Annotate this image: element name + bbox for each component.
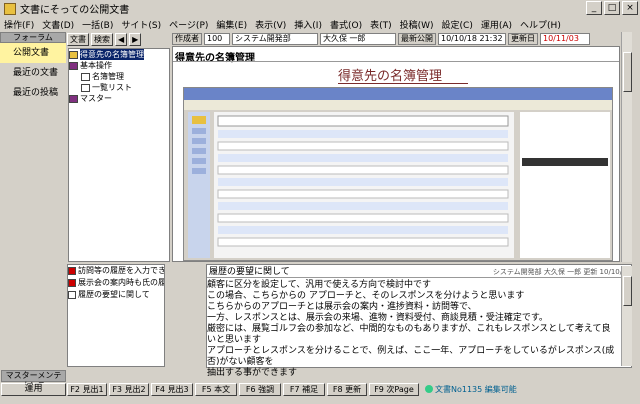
- updated-date: 10/11/03: [540, 32, 590, 45]
- post-meta: システム開発部 大久保 一郎 更新 10/10/25: [492, 268, 631, 276]
- post-title: 履歴の要望に関して: [209, 267, 290, 277]
- body-line: この場合、こちらからの アプローチと、そのレスポンスを分けようと思います: [207, 291, 525, 301]
- menu-item[interactable]: ページ(P): [169, 18, 208, 31]
- doc-scrollbar[interactable]: [621, 32, 632, 262]
- menu-item[interactable]: 文書(D): [42, 18, 74, 31]
- author-label: 作成者: [172, 32, 202, 45]
- menu-item[interactable]: サイト(S): [121, 18, 161, 31]
- menu-bar: 操作(F) 文書(D) 一括(B) サイト(S) ページ(P) 編集(E) 表示(V) 挿入(…: [0, 17, 640, 32]
- latest-public-label: 最新公開: [398, 32, 436, 45]
- doc-icon: [69, 50, 78, 59]
- close-button[interactable]: ×: [622, 1, 638, 15]
- post-header: 履歴の要望に関して システム開発部 大久保 一郎 更新 10/10/25: [207, 266, 631, 278]
- checkbox[interactable]: [68, 291, 76, 299]
- function-key-button[interactable]: F7 補足: [283, 382, 325, 396]
- master-maintenance-button[interactable]: マスターメンテナンス: [1, 370, 66, 390]
- nav-header: フォーラム: [0, 32, 66, 43]
- title-bar: 文書にそっての公開文書 _ □ ×: [0, 0, 640, 17]
- scroll-thumb[interactable]: [623, 276, 632, 306]
- doc-heading: 得意先の名簿管理: [338, 69, 443, 84]
- tree-item[interactable]: 一覧リスト: [69, 82, 169, 93]
- function-key-button[interactable]: F2 見出1: [67, 382, 107, 396]
- tree-item[interactable]: マスター: [69, 93, 169, 104]
- function-key-bar: F2 見出1 F3 見出2 F4 見出3 F5 本文 F6 強調 F7 補足 F8 更新 F9…: [67, 382, 640, 396]
- tree-item[interactable]: 得意先の名簿管理: [69, 49, 169, 60]
- menu-item[interactable]: 編集(E): [216, 18, 247, 31]
- tree-item[interactable]: 基本操作: [69, 60, 169, 71]
- posts-list: 訪問等の履歴を入力できるようにしてほしい 展示会の案内時も氏の履歴を分けたい 履…: [67, 264, 165, 367]
- body-scrollbar[interactable]: [621, 266, 632, 366]
- menu-item[interactable]: ヘルプ(H): [520, 18, 561, 31]
- search-tab[interactable]: 検索: [91, 33, 113, 46]
- divider: [173, 61, 619, 62]
- menu-item[interactable]: 書式(O): [330, 18, 362, 31]
- next-arrow-icon[interactable]: ▶: [129, 33, 142, 46]
- function-key-button[interactable]: F3 見出2: [109, 382, 149, 396]
- page-icon: [81, 72, 90, 81]
- window-title: 文書にそっての公開文書: [20, 5, 130, 16]
- tree-toolbar: 文書 検索 ◀ ▶: [67, 32, 170, 47]
- author-name: 大久保 一郎: [320, 32, 396, 45]
- function-key-button[interactable]: F9 次Page: [369, 382, 419, 396]
- menu-item[interactable]: 一括(B): [82, 18, 113, 31]
- checkbox[interactable]: [68, 267, 76, 275]
- menu-item[interactable]: 表(T): [370, 18, 392, 31]
- left-navigation: フォーラム 公開文書 最近の文書 最近の投稿: [0, 32, 66, 398]
- menu-item[interactable]: 設定(C): [442, 18, 473, 31]
- scroll-thumb[interactable]: [623, 52, 632, 92]
- menu-item[interactable]: 表示(V): [255, 18, 286, 31]
- doc-tree: 得意先の名簿管理 基本操作 名簿管理 一覧リスト マスター: [68, 48, 170, 262]
- menu-item[interactable]: 投稿(W): [400, 18, 434, 31]
- list-item[interactable]: 履歴の要望に関して: [68, 289, 164, 301]
- body-line: 顧客に区分を設定して、汎用で使える方向で検討中です: [207, 280, 432, 290]
- author-dept: システム開発部: [232, 32, 318, 45]
- app-icon: [4, 2, 16, 15]
- doc-meta-row: 作成者 100 システム開発部 大久保 一郎 最新公開 10/10/18 21:…: [172, 32, 620, 45]
- maximize-button[interactable]: □: [604, 1, 620, 15]
- book-icon: [69, 61, 78, 70]
- post-body[interactable]: 顧客に区分を設定して、汎用で使える方向で検討中です この場合、こちらからの アプ…: [207, 280, 617, 378]
- checkbox[interactable]: [68, 279, 76, 287]
- function-key-button[interactable]: F5 本文: [195, 382, 237, 396]
- function-key-button[interactable]: F4 見出3: [151, 382, 193, 396]
- prev-arrow-icon[interactable]: ◀: [115, 33, 128, 46]
- menu-item[interactable]: 操作(F): [4, 18, 34, 31]
- latest-public-date: 10/10/18 21:32: [438, 32, 506, 45]
- status-text: 文書No1135 編集可能: [425, 384, 517, 395]
- menu-item[interactable]: 運用(A): [481, 18, 512, 31]
- nav-item-recent-docs[interactable]: 最近の文書: [0, 63, 66, 83]
- book-icon: [69, 94, 78, 103]
- body-line: 一方、レスポンスとは、展示会の来場、進物・資料受付、商談見積・受注確定です。: [207, 313, 548, 323]
- page-icon: [81, 83, 90, 92]
- body-line: 厳密には、展覧ゴルフ会の参加など、中間的なものもありますが、これもレスポンスとし…: [207, 324, 611, 345]
- document-view[interactable]: 得意先の名簿管理 得意先の名簿管理: [172, 46, 620, 262]
- doc-tab[interactable]: 文書: [67, 33, 89, 46]
- function-key-button[interactable]: F8 更新: [327, 382, 367, 396]
- list-item[interactable]: 展示会の案内時も氏の履歴を分けたい: [68, 277, 164, 289]
- author-id: 100: [204, 32, 230, 45]
- menu-item[interactable]: 挿入(I): [294, 18, 322, 31]
- body-line: こちらからのアプローチとは展示会の案内・進捗資料・訪問等で、: [207, 302, 477, 312]
- embedded-screenshot-image: [184, 88, 612, 258]
- operation-button[interactable]: 運用: [1, 383, 66, 396]
- list-item[interactable]: 訪問等の履歴を入力できるようにしてほしい: [68, 265, 164, 277]
- minimize-button[interactable]: _: [586, 1, 602, 15]
- status-dot-icon: [425, 385, 433, 393]
- function-key-button[interactable]: F6 強調: [239, 382, 281, 396]
- heading-underline: [338, 83, 468, 84]
- nav-item-recent-posts[interactable]: 最近の投稿: [0, 83, 66, 103]
- embedded-screenshot: [183, 87, 613, 261]
- updated-label: 更新日: [508, 32, 538, 45]
- nav-item-public-docs[interactable]: 公開文書: [0, 43, 66, 63]
- body-line: アプローチとレスポンスを分けることで、例えば、ここ一年、アプローチをしているがレ…: [207, 346, 615, 367]
- tree-item[interactable]: 名簿管理: [69, 71, 169, 82]
- body-line: 抽出する事ができます: [207, 368, 298, 378]
